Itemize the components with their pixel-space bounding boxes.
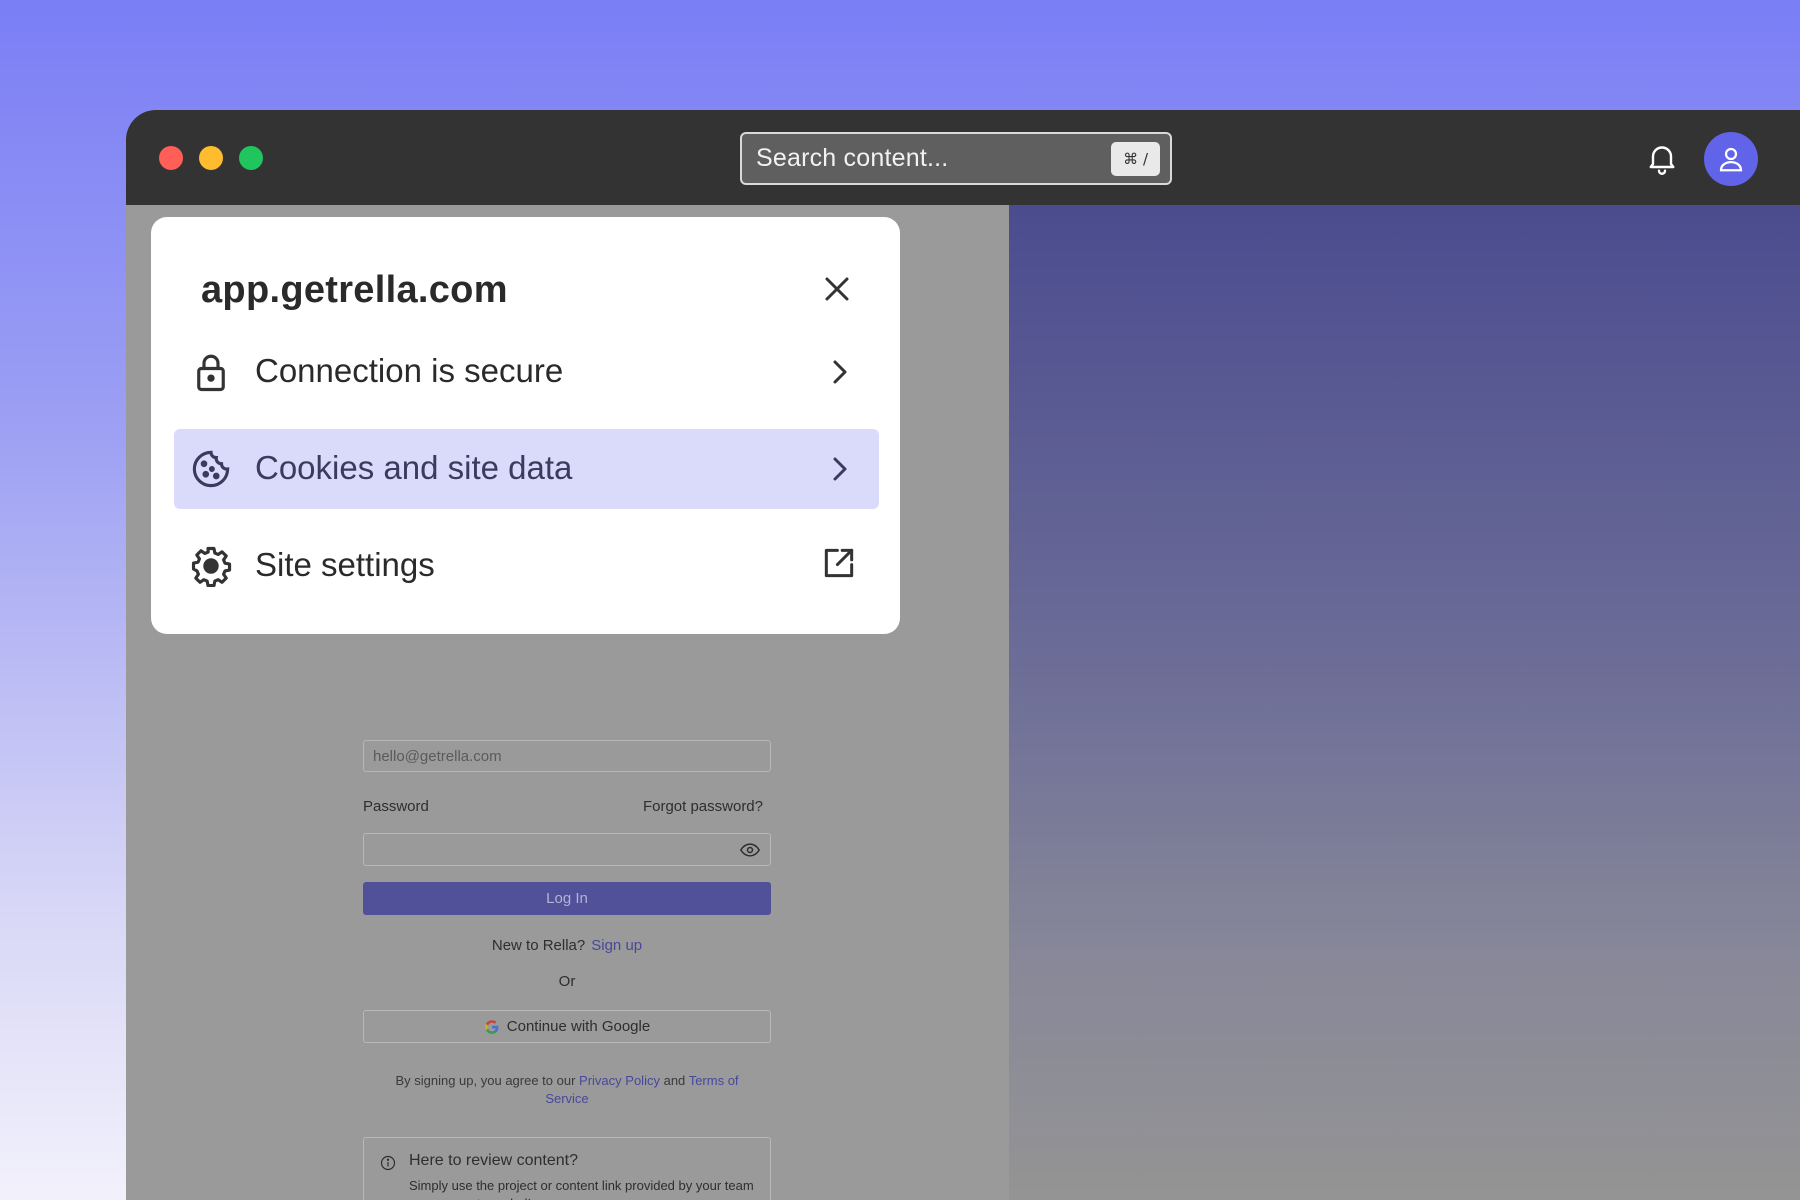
email-value: hello@getrella.com <box>373 747 502 765</box>
hero-panel <box>1009 205 1800 1200</box>
site-settings-item[interactable]: Site settings <box>174 526 879 606</box>
avatar[interactable] <box>1704 132 1758 186</box>
close-icon[interactable] <box>822 274 852 304</box>
privacy-policy-link[interactable]: Privacy Policy <box>579 1073 660 1088</box>
password-field[interactable] <box>363 833 771 866</box>
connection-secure-item[interactable]: Connection is secure <box>174 332 879 412</box>
forgot-password-link[interactable]: Forgot password? <box>643 798 763 815</box>
site-settings-label: Site settings <box>255 546 435 583</box>
external-link-icon <box>824 548 854 578</box>
maximize-window-button[interactable] <box>239 146 263 170</box>
password-label: Password <box>363 798 429 815</box>
gear-icon <box>191 546 232 587</box>
review-info-box: Here to review content? Simply use the p… <box>363 1137 771 1200</box>
cookie-icon <box>192 450 230 488</box>
login-button-label: Log In <box>546 890 588 907</box>
cookies-site-data-label: Cookies and site data <box>255 449 573 486</box>
info-icon <box>380 1155 396 1171</box>
signup-link[interactable]: Sign up <box>591 937 642 954</box>
site-domain: app.getrella.com <box>201 269 508 311</box>
review-body: Simply use the project or content link p… <box>409 1178 754 1200</box>
chevron-right-icon <box>833 360 847 384</box>
new-to-text: New to Rella? <box>491 937 586 954</box>
bell-icon[interactable] <box>1644 140 1680 176</box>
google-icon <box>484 1019 499 1034</box>
login-button[interactable]: Log In <box>363 882 771 915</box>
or-divider: Or <box>558 973 576 990</box>
minimize-window-button[interactable] <box>199 146 223 170</box>
google-button-label: Continue with Google <box>506 1018 651 1035</box>
search-shortcut-badge: ⌘ / <box>1111 142 1160 176</box>
lock-icon <box>197 354 225 392</box>
terms-prefix: By signing up, you agree to our <box>395 1073 576 1088</box>
eye-icon[interactable] <box>740 842 760 858</box>
signup-row: New to Rella? Sign up <box>363 937 771 954</box>
user-icon <box>1719 147 1743 172</box>
search-input[interactable]: Search content... ⌘ / <box>740 132 1172 185</box>
site-info-popup: app.getrella.com Connection is secure Co… <box>151 217 900 634</box>
terms-and: and <box>663 1073 686 1088</box>
close-window-button[interactable] <box>159 146 183 170</box>
review-title: Here to review content? <box>409 1152 578 1169</box>
connection-secure-label: Connection is secure <box>255 352 564 389</box>
cookies-site-data-item[interactable]: Cookies and site data <box>174 429 879 509</box>
search-placeholder: Search content... <box>756 144 949 172</box>
google-signin-button[interactable]: Continue with Google <box>363 1010 771 1043</box>
chevron-right-icon <box>833 457 847 481</box>
title-bar: Search content... ⌘ / <box>126 110 1800 205</box>
terms-text: By signing up, you agree to our Privacy … <box>373 1072 761 1108</box>
email-field[interactable]: hello@getrella.com <box>363 740 771 772</box>
